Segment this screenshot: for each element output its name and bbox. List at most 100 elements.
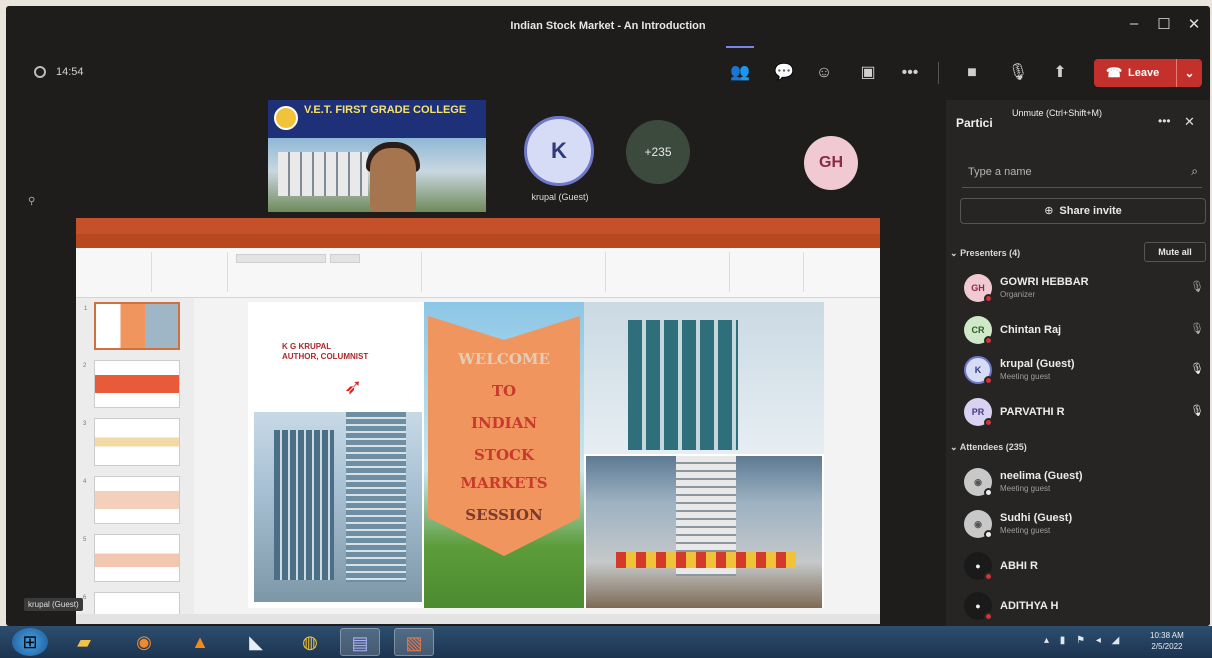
share-invite-button[interactable]: ⊕ Share invite <box>960 198 1206 224</box>
panel-title: Partici <box>956 116 993 130</box>
unmute-tooltip: Unmute (Ctrl+Shift+M) <box>1012 108 1103 118</box>
participant-name: ABHI R <box>1000 560 1038 572</box>
glass-tower-photo <box>584 302 824 454</box>
system-tray[interactable]: ▴ ▮ ⚑ ◂ ◢ <box>1044 635 1123 646</box>
minimize-button[interactable]: – <box>1122 15 1146 32</box>
slide-thumbnail[interactable]: 1 <box>84 302 180 350</box>
ppt-ribbon-tabs <box>76 234 880 248</box>
chat-icon[interactable]: 💬 <box>772 62 796 84</box>
share-invite-label: Share invite <box>1059 205 1122 217</box>
participant-row[interactable]: GH GOWRI HEBBAR Organizer 🎙 <box>958 272 1208 308</box>
ppt-paragraph-group <box>426 252 606 292</box>
participant-name: GOWRI HEBBAR <box>1000 276 1089 288</box>
clock-time: 10:38 AM <box>1150 631 1184 640</box>
mic-icon[interactable]: 🎙 <box>1190 362 1204 375</box>
start-button[interactable]: ⊞ <box>12 628 48 656</box>
ppt-clipboard-group <box>82 252 152 292</box>
participant-row[interactable]: PR PARVATHI R 🎙 <box>958 396 1208 432</box>
slide-thumbnail[interactable]: 4 <box>83 476 180 524</box>
ppt-drawing-group <box>610 252 730 292</box>
hang-up-icon: ☎ <box>1106 65 1123 80</box>
participant-role: Meeting guest <box>1000 484 1051 493</box>
camera-icon[interactable]: ■ <box>960 62 984 84</box>
leave-label: Leave <box>1128 67 1160 79</box>
share-screen-icon[interactable]: ⬆ <box>1048 62 1072 84</box>
toolbar-divider <box>938 62 939 84</box>
participant-row[interactable]: ● ADITHYA H <box>958 590 1208 626</box>
mute-all-button[interactable]: Mute all <box>1144 242 1206 262</box>
presenters-section-header[interactable]: ⌄ Presenters (4) <box>950 248 1020 259</box>
font-name-box <box>236 254 326 263</box>
status-dot <box>984 572 993 581</box>
participants-panel: Partici Unmute (Ctrl+Shift+M) ••• ✕ ⌕ ⊕ S… <box>946 100 1210 626</box>
attendees-section-header[interactable]: ⌄ Attendees (235) <box>950 442 1027 453</box>
reactions-icon[interactable]: ☺ <box>812 62 836 84</box>
participant-row[interactable]: ● ABHI R <box>958 550 1208 586</box>
participant-row[interactable]: CR Chintan Raj 🎙 <box>958 314 1208 350</box>
file-explorer-icon[interactable]: ▰ <box>64 628 104 656</box>
participant-name: ADITHYA H <box>1000 600 1059 612</box>
shield-icon <box>34 66 46 78</box>
participant-name: PARVATHI R <box>1000 406 1065 418</box>
meeting-stage: ⚲ V.E.T. FIRST GRADE COLLEGE K krupal (G… <box>6 100 946 626</box>
college-video-tile[interactable]: V.E.T. FIRST GRADE COLLEGE <box>268 100 486 212</box>
close-panel-icon[interactable]: ✕ <box>1184 114 1195 130</box>
timer-text: 14:54 <box>56 66 84 78</box>
chevron-down-icon: ⌄ <box>950 442 958 452</box>
title-bar: Indian Stock Market - An Introduction – … <box>6 6 1210 46</box>
windows-taskbar: ⊞ ▰ ◉ ▲ ◣ ◍ ▤ ▧ ▴ ▮ ⚑ ◂ ◢ 10:38 AM 2/5/2… <box>0 626 1212 658</box>
avatar-gh[interactable]: GH <box>804 136 858 190</box>
participant-row[interactable]: ◉ Sudhi (Guest) Meeting guest <box>958 508 1208 544</box>
mic-muted-icon[interactable]: 🎙 <box>1190 280 1204 293</box>
participant-row[interactable]: ◉ neelima (Guest) Meeting guest <box>958 466 1208 502</box>
participants-icon[interactable]: 👥 <box>728 62 752 84</box>
meeting-toolbar: 14:54 👥 💬 ☺ ▣ ••• ■ 🎙 ⬆ ☎ Leave ⌄ <box>6 46 1210 100</box>
vlc-icon[interactable]: ▲ <box>180 628 220 656</box>
mic-muted-icon[interactable]: 🎙 <box>1190 322 1204 335</box>
slide-thumbnail[interactable]: 3 <box>83 418 180 466</box>
participant-row[interactable]: K krupal (Guest) Meeting guest 🎙 <box>958 354 1208 390</box>
mic-icon[interactable]: 🎙 <box>1190 404 1204 417</box>
panel-more-icon[interactable]: ••• <box>1158 114 1171 128</box>
chrome-icon[interactable]: ◍ <box>290 628 330 656</box>
participant-name: krupal (Guest) <box>1000 358 1075 370</box>
participant-search-input[interactable] <box>968 166 1168 178</box>
participant-search[interactable]: ⌕ <box>962 160 1202 188</box>
add-person-icon: ⊕ <box>1044 205 1054 217</box>
welcome-line: TO <box>491 382 517 400</box>
ppt-ribbon <box>76 248 880 298</box>
firefox-icon[interactable]: ◉ <box>124 628 164 656</box>
chevron-down-icon[interactable]: ⌄ <box>1176 59 1202 87</box>
more-actions-icon[interactable]: ••• <box>898 62 922 84</box>
rooms-icon[interactable]: ▣ <box>856 62 880 84</box>
powerpoint-taskbar-icon[interactable]: ▧ <box>394 628 434 656</box>
slide-left-panel: K G KRUPAL AUTHOR, COLUMNIST ➶ <box>248 302 424 608</box>
welcome-line: SESSION <box>465 506 543 524</box>
taskbar-clock[interactable]: 10:38 AM 2/5/2022 <box>1150 630 1184 652</box>
office-tower-photo <box>254 412 422 602</box>
meeting-timer: 14:54 <box>34 66 84 78</box>
slide-thumbnail[interactable]: 2 <box>83 360 180 408</box>
microphone-icon[interactable]: 🎙 <box>1006 62 1030 84</box>
participant-name: Chintan Raj <box>1000 324 1062 336</box>
status-dot <box>984 530 993 539</box>
shared-screen-powerpoint[interactable]: 1 2 3 4 5 6 K G KRUPAL AUTHOR, COLUMNIST… <box>76 218 880 624</box>
teams-taskbar-icon[interactable]: ▤ <box>340 628 380 656</box>
app-icon[interactable]: ◣ <box>236 628 276 656</box>
slide-thumbnail[interactable]: 5 <box>83 534 180 582</box>
welcome-line: STOCK <box>473 446 535 464</box>
more-participants-tile[interactable]: +235 <box>626 120 690 184</box>
pin-icon[interactable]: ⚲ <box>28 196 35 207</box>
status-dot <box>984 294 993 303</box>
close-window-button[interactable]: ✕ <box>1182 15 1206 33</box>
participant-role: Organizer <box>1000 290 1036 299</box>
leave-button[interactable]: ☎ Leave ⌄ <box>1094 59 1202 87</box>
maximize-button[interactable]: ☐ <box>1152 15 1176 33</box>
avatar-krupal[interactable]: K <box>524 116 594 186</box>
slide-welcome-panel: WELCOME TO INDIAN STOCK MARKETS SESSION <box>424 302 584 608</box>
welcome-line: INDIAN <box>470 414 538 432</box>
ppt-slides-group <box>156 252 228 292</box>
ppt-font-group <box>232 252 422 292</box>
font-size-box <box>330 254 360 263</box>
participant-name: neelima (Guest) <box>1000 470 1083 482</box>
